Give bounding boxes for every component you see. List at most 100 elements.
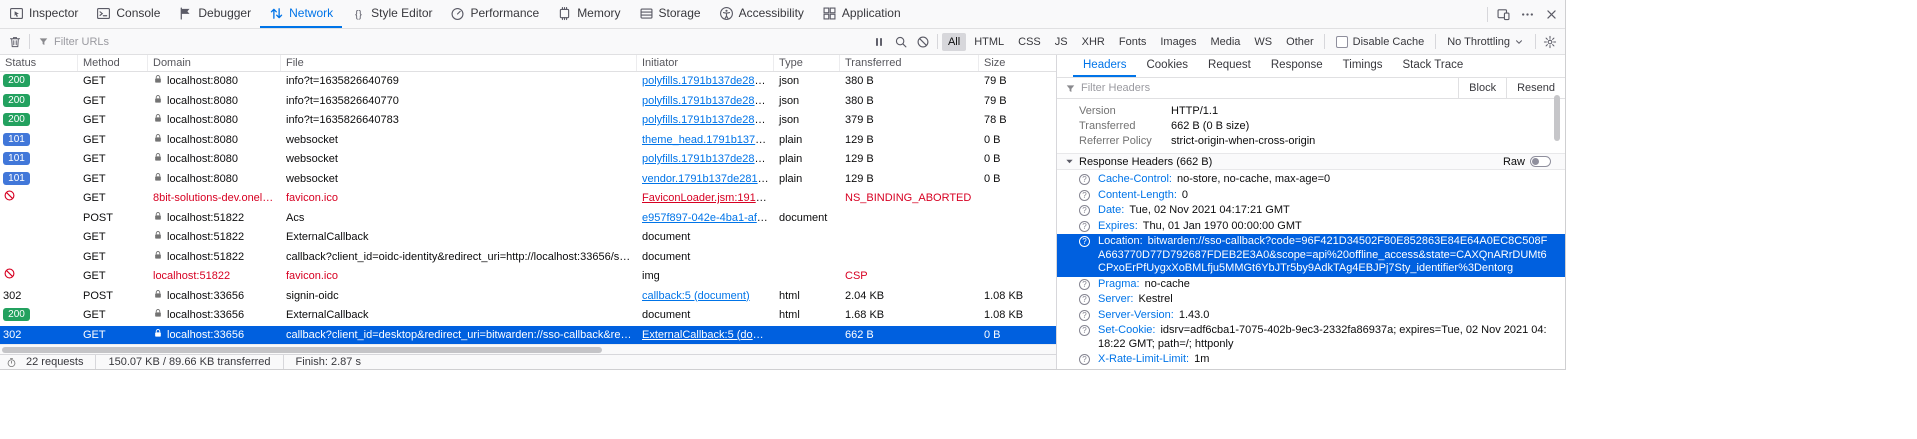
pause-traffic-button[interactable] [868, 31, 890, 53]
filter-css[interactable]: CSS [1012, 33, 1047, 51]
column-header-size[interactable]: Size [979, 55, 1056, 71]
tab-performance[interactable]: Performance [441, 0, 548, 28]
lock-icon [153, 230, 163, 240]
separator [1535, 34, 1536, 49]
header-row[interactable]: ?X-Rate-Limit-Limit1m [1057, 352, 1565, 368]
column-header-method[interactable]: Method [78, 55, 148, 71]
tab-style-editor[interactable]: {}Style Editor [342, 0, 441, 28]
column-header-transferred[interactable]: Transferred [840, 55, 979, 71]
filter-images[interactable]: Images [1154, 33, 1202, 51]
header-row[interactable]: ?ExpiresThu, 01 Jan 1970 00:00:00 GMT [1057, 219, 1565, 235]
initiator-link[interactable]: polyfills.1791b137de281b787… [642, 153, 774, 165]
tab-cookies[interactable]: Cookies [1136, 55, 1198, 77]
responsive-design-button[interactable] [1491, 0, 1515, 28]
header-row[interactable]: ?Content-Length0 [1057, 188, 1565, 204]
header-value: no-store, no-cache, max-age=0 [1177, 173, 1330, 185]
close-button[interactable] [1539, 0, 1563, 28]
initiator-link[interactable]: theme_head.1791b137de281… [642, 134, 774, 146]
table-row[interactable]: GETlocalhost:51822callback?client_id=oid… [0, 248, 1056, 268]
filter-fonts[interactable]: Fonts [1113, 33, 1153, 51]
tab-request[interactable]: Request [1198, 55, 1261, 77]
table-row[interactable]: 302GETlocalhost:33656callback?client_id=… [0, 326, 1056, 345]
domain-cell: localhost:33656 [148, 306, 281, 326]
initiator-link[interactable]: callback:5 (document) [642, 290, 750, 302]
table-row[interactable]: 200GETlocalhost:8080info?t=1635826640783… [0, 111, 1056, 131]
tab-storage[interactable]: Storage [630, 0, 710, 28]
table-row[interactable]: GET8bit-solutions-dev.onelogin…favicon.i… [0, 189, 1056, 209]
status-text: 302 [3, 329, 21, 341]
table-row[interactable]: 200GETlocalhost:8080info?t=1635826640770… [0, 92, 1056, 112]
header-row[interactable]: ?Server-Version1.43.0 [1057, 308, 1565, 324]
initiator-cell: FaviconLoader.jsm:191 (img) [637, 189, 774, 209]
header-row[interactable]: ?ServerKestrel [1057, 292, 1565, 308]
table-row[interactable]: GETlocalhost:51822favicon.icoimgCSP [0, 267, 1056, 287]
header-row[interactable]: ?DateTue, 02 Nov 2021 04:17:21 GMT [1057, 203, 1565, 219]
filter-media[interactable]: Media [1204, 33, 1246, 51]
initiator-link[interactable]: e957f897-042e-4ba1-aff1-… [642, 212, 774, 224]
initiator-link[interactable]: polyfills.1791b137de281b787… [642, 114, 774, 126]
table-row[interactable]: 302POSTlocalhost:33656signin-oidccallbac… [0, 287, 1056, 307]
column-header-type[interactable]: Type [774, 55, 840, 71]
tab-timings[interactable]: Timings [1333, 55, 1393, 77]
table-row[interactable]: 101GETlocalhost:8080websocketvendor.1791… [0, 170, 1056, 190]
tab-debugger[interactable]: Debugger [169, 0, 260, 28]
column-header-file[interactable]: File [281, 55, 637, 71]
filter-headers-input[interactable] [1081, 82, 1458, 94]
twisty-down-icon[interactable] [1065, 157, 1074, 166]
tab-stack-trace[interactable]: Stack Trace [1393, 55, 1474, 77]
table-row[interactable]: 200GETlocalhost:33656ExternalCallbackdoc… [0, 306, 1056, 326]
filter-other[interactable]: Other [1280, 33, 1320, 51]
raw-toggle[interactable] [1530, 156, 1551, 167]
column-header-status[interactable]: Status [0, 55, 78, 71]
table-row[interactable]: 101GETlocalhost:8080websockettheme_head.… [0, 131, 1056, 151]
disable-cache-option[interactable]: Disable Cache [1336, 36, 1425, 48]
throttling-dropdown[interactable]: No Throttling [1447, 36, 1524, 48]
header-row[interactable]: ?Cache-Controlno-store, no-cache, max-ag… [1057, 172, 1565, 188]
tab-application[interactable]: Application [813, 0, 910, 28]
request-blocking-button[interactable] [912, 31, 934, 53]
filter-xhr[interactable]: XHR [1076, 33, 1111, 51]
initiator-link[interactable]: polyfills.1791b137de281b787… [642, 75, 774, 87]
filter-html[interactable]: HTML [968, 33, 1010, 51]
table-row[interactable]: 101GETlocalhost:8080websocketpolyfills.1… [0, 150, 1056, 170]
table-row[interactable]: GETlocalhost:51822ExternalCallbackdocume… [0, 228, 1056, 248]
search-button[interactable] [890, 31, 912, 53]
column-header-initiator[interactable]: Initiator [637, 55, 774, 71]
horizontal-scrollbar[interactable] [0, 344, 1056, 354]
tab-response[interactable]: Response [1261, 55, 1333, 77]
filter-urls-input[interactable] [54, 36, 868, 48]
toggle-knob [1532, 158, 1539, 165]
tab-inspector[interactable]: Inspector [0, 0, 87, 28]
lock-icon [153, 289, 163, 299]
initiator-link[interactable]: ExternalCallback:5 (docume… [642, 329, 774, 341]
vertical-scrollbar[interactable] [1554, 95, 1560, 141]
filter-ws[interactable]: WS [1248, 33, 1278, 51]
filter-js[interactable]: JS [1049, 33, 1074, 51]
tab-headers[interactable]: Headers [1073, 55, 1136, 77]
tab-console[interactable]: Console [87, 0, 169, 28]
header-row[interactable]: ?Locationbitwarden://sso-callback?code=9… [1057, 234, 1565, 277]
column-header-domain[interactable]: Domain [148, 55, 281, 71]
initiator-text: document [642, 231, 690, 243]
initiator-link[interactable]: FaviconLoader.jsm:191 (img) [642, 192, 774, 204]
initiator-link[interactable]: vendor.1791b137de281b787… [642, 173, 774, 185]
header-row[interactable]: ?Set-Cookieidsrv=adf6cba1-7075-402b-9ec3… [1057, 323, 1565, 352]
response-headers-section[interactable]: Response Headers (662 B) Raw [1057, 153, 1565, 170]
meatball-menu-button[interactable] [1515, 0, 1539, 28]
tab-memory[interactable]: Memory [548, 0, 629, 28]
table-row[interactable]: POSTlocalhost:51822Acse957f897-042e-4ba1… [0, 209, 1056, 229]
tab-accessibility[interactable]: Accessibility [710, 0, 813, 28]
scrollbar-thumb[interactable] [2, 347, 602, 353]
disable-cache-checkbox[interactable] [1336, 36, 1348, 48]
tab-network[interactable]: Network [260, 0, 342, 28]
initiator-link[interactable]: polyfills.1791b137de281b787… [642, 95, 774, 107]
filter-all[interactable]: All [942, 33, 966, 51]
tab-label: Accessibility [739, 6, 804, 20]
header-row[interactable]: ?Pragmano-cache [1057, 277, 1565, 293]
table-row[interactable]: 200GETlocalhost:8080info?t=1635826640769… [0, 72, 1056, 92]
block-button[interactable]: Block [1458, 78, 1506, 98]
size-cell: 79 B [979, 92, 1056, 112]
clear-requests-button[interactable] [4, 31, 26, 53]
network-settings-button[interactable] [1539, 31, 1561, 53]
devtools-window: InspectorConsoleDebuggerNetwork{}Style E… [0, 0, 1566, 370]
